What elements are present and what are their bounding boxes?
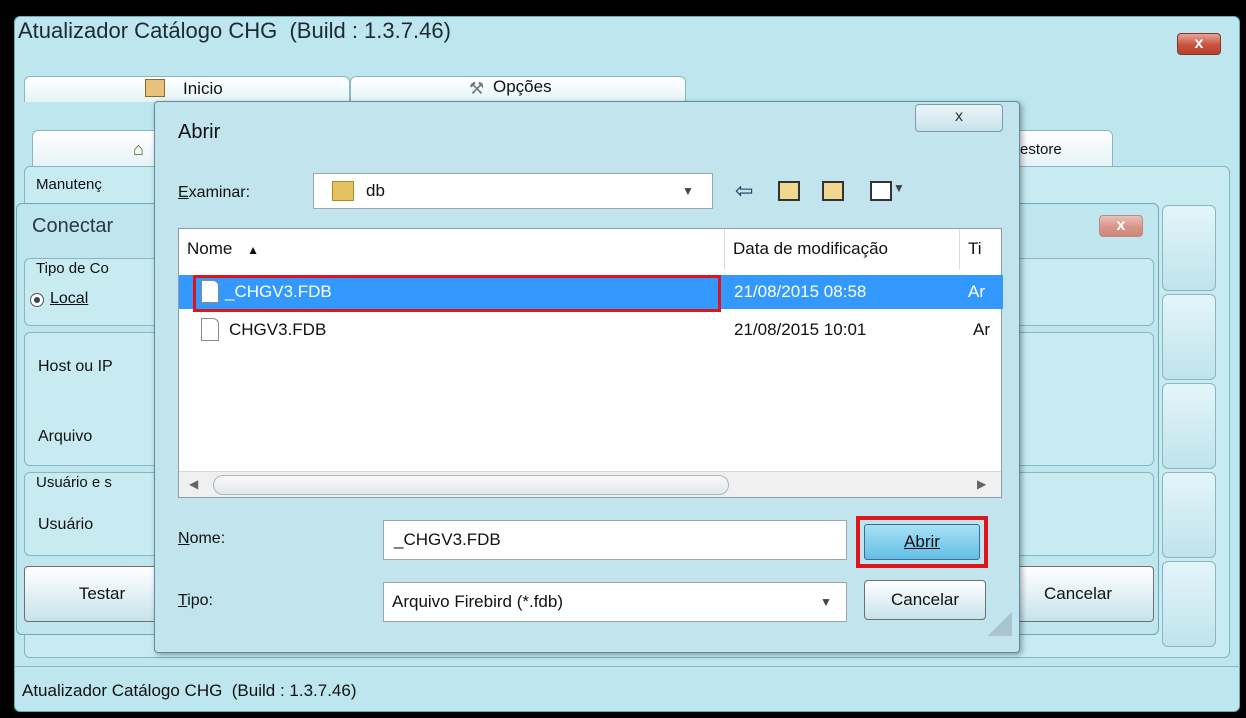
file-type: Ar bbox=[968, 282, 985, 301]
open-button-label: Abrir bbox=[904, 532, 940, 551]
open-dialog-cancel-button[interactable]: Cancelar bbox=[864, 580, 986, 620]
tab-inicio-label: Inicio bbox=[183, 79, 223, 98]
filename-value: _CHGV3.FDB bbox=[394, 530, 501, 549]
side-action-button-3[interactable] bbox=[1162, 383, 1216, 469]
column-header-name-label: Nome bbox=[187, 239, 233, 258]
side-action-button-4[interactable] bbox=[1162, 472, 1216, 558]
file-type: Ar bbox=[973, 320, 990, 339]
view-menu-icon[interactable] bbox=[870, 181, 892, 201]
file-name: CHGV3.FDB bbox=[229, 320, 327, 339]
horizontal-scrollbar[interactable]: ◀ ▶ bbox=[179, 471, 1001, 497]
chevron-down-icon[interactable]: ▼ bbox=[893, 181, 905, 195]
tab-opcoes[interactable]: ⚒ Opções bbox=[350, 76, 686, 102]
radio-dot-icon bbox=[34, 297, 40, 303]
resize-grip-icon[interactable] bbox=[988, 612, 1012, 636]
scrollbar-thumb[interactable] bbox=[213, 475, 729, 495]
filetype-value: Arquivo Firebird (*.fdb) bbox=[392, 592, 564, 611]
filetype-select[interactable]: Arquivo Firebird (*.fdb) ▼ bbox=[383, 582, 847, 622]
look-in-value: db bbox=[366, 181, 385, 200]
side-action-button-5[interactable] bbox=[1162, 561, 1216, 647]
filetype-label: Tipo: bbox=[178, 592, 213, 609]
column-header-name[interactable]: Nome ▲ bbox=[179, 229, 725, 269]
scroll-right-icon[interactable]: ▶ bbox=[977, 477, 986, 491]
filetype-label-rest: ipo: bbox=[187, 592, 213, 609]
look-in-label-rest: xaminar: bbox=[188, 184, 251, 201]
open-button[interactable]: Abrir bbox=[864, 524, 980, 560]
look-in-label: Examinar: bbox=[178, 184, 251, 201]
back-arrow-icon[interactable]: ⇦ bbox=[735, 178, 753, 204]
home-icon: ⌂ bbox=[133, 139, 144, 159]
highlight-box bbox=[193, 275, 721, 312]
inner-tab-restore-label: estore bbox=[1020, 141, 1062, 158]
new-folder-icon[interactable] bbox=[822, 181, 844, 201]
side-action-button-1[interactable] bbox=[1162, 205, 1216, 291]
file-label: Arquivo bbox=[38, 428, 93, 445]
file-list[interactable]: Nome ▲ Data de modificação Ti _CHGV3.FDB… bbox=[178, 228, 1003, 498]
side-action-button-2[interactable] bbox=[1162, 294, 1216, 380]
status-bar-text: Atualizador Catálogo CHG (Build : 1.3.7.… bbox=[22, 681, 357, 700]
user-credentials-label: Usuário e s bbox=[36, 474, 112, 491]
file-date: 21/08/2015 10:01 bbox=[734, 320, 867, 339]
look-in-combo[interactable]: db ▼ bbox=[313, 173, 713, 209]
host-label: Host ou IP bbox=[38, 358, 113, 375]
wrench-icon: ⚒ bbox=[469, 79, 485, 98]
home-icon bbox=[145, 79, 165, 97]
open-dialog-close-button[interactable]: x bbox=[915, 104, 1003, 132]
up-folder-icon[interactable] bbox=[778, 181, 800, 201]
file-date: 21/08/2015 08:58 bbox=[734, 282, 867, 301]
file-row[interactable]: CHGV3.FDB 21/08/2015 10:01 Ar bbox=[179, 313, 1003, 347]
user-label: Usuário bbox=[38, 516, 94, 533]
connect-close-button[interactable]: x bbox=[1099, 215, 1143, 237]
filename-label: Nome: bbox=[178, 530, 226, 547]
connect-cancel-button[interactable]: Cancelar bbox=[1002, 566, 1154, 622]
scroll-left-icon[interactable]: ◀ bbox=[189, 477, 198, 491]
open-dialog-title: Abrir bbox=[178, 121, 221, 143]
local-radio[interactable] bbox=[30, 293, 44, 307]
main-close-button[interactable]: x bbox=[1177, 33, 1221, 55]
column-header-type[interactable]: Ti bbox=[960, 229, 1003, 269]
connect-dialog-title: Conectar bbox=[32, 215, 114, 237]
tab-inicio[interactable]: Inicio bbox=[24, 76, 350, 102]
status-bar: Atualizador Catálogo CHG (Build : 1.3.7.… bbox=[14, 666, 1240, 712]
main-window-title: Atualizador Catálogo CHG (Build : 1.3.7.… bbox=[18, 18, 451, 43]
filename-label-rest: ome: bbox=[189, 530, 226, 547]
folder-icon bbox=[332, 181, 354, 201]
sort-ascending-icon: ▲ bbox=[247, 243, 259, 257]
chevron-down-icon[interactable]: ▼ bbox=[820, 595, 832, 609]
local-radio-label: Local bbox=[50, 290, 88, 308]
local-radio-label-text: Local bbox=[50, 290, 89, 307]
connection-type-label: Tipo de Co bbox=[36, 260, 109, 277]
column-header-date[interactable]: Data de modificação bbox=[725, 229, 960, 269]
group-maintenance-label: Manutenç bbox=[36, 176, 102, 193]
file-icon bbox=[201, 318, 219, 341]
tab-opcoes-label: Opções bbox=[493, 77, 552, 96]
filename-input[interactable]: _CHGV3.FDB bbox=[383, 520, 847, 560]
inner-tab-restore[interactable]: estore bbox=[1005, 130, 1113, 166]
chevron-down-icon[interactable]: ▼ bbox=[682, 184, 694, 198]
